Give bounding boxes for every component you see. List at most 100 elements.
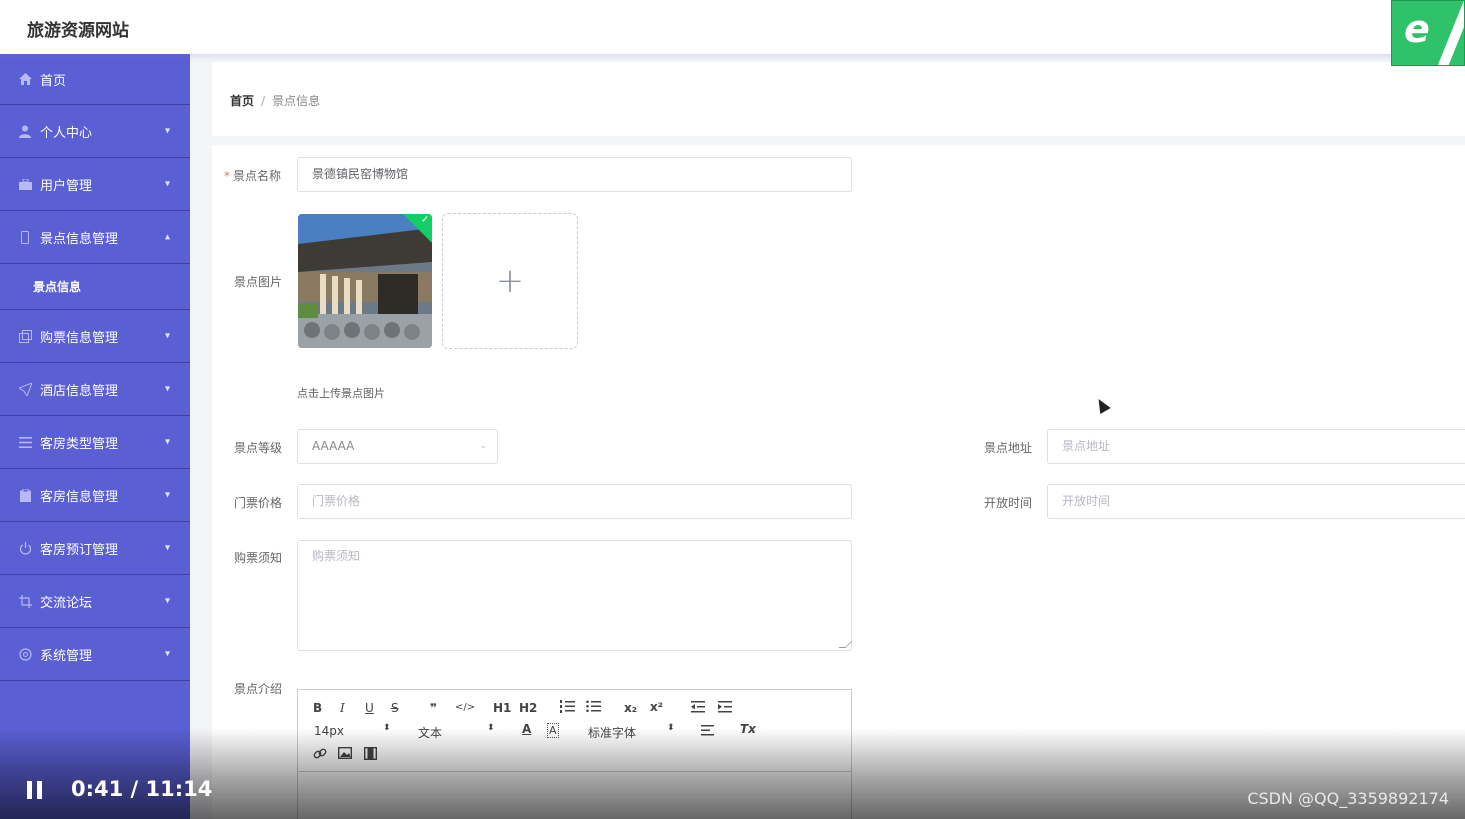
name-label-text: 景点名称 bbox=[233, 169, 282, 183]
app-title: 旅游资源网站 bbox=[27, 21, 129, 41]
check-icon: ✓ bbox=[420, 214, 430, 226]
ordered-list-button[interactable] bbox=[560, 700, 575, 716]
breadcrumb-separator: / bbox=[261, 94, 266, 108]
pause-icon[interactable] bbox=[27, 781, 43, 799]
sidebar-item-label: 个人中心 bbox=[40, 125, 93, 141]
superscript-button[interactable]: x² bbox=[650, 700, 663, 714]
breadcrumb-home[interactable]: 首页 bbox=[230, 94, 254, 108]
phone-icon bbox=[18, 230, 32, 244]
sidebar-item-bookings[interactable]: 客房预订管理 ▾ bbox=[0, 522, 190, 575]
price-label: 门票价格 bbox=[234, 496, 283, 510]
grade-select-value: AAAAA bbox=[312, 439, 355, 453]
sidebar-item-label: 交流论坛 bbox=[40, 595, 93, 611]
chevron-down-icon: ▾ bbox=[164, 489, 170, 501]
logo-stripe bbox=[1433, 1, 1464, 65]
sidebar-item-hotels[interactable]: 酒店信息管理 ▾ bbox=[0, 363, 190, 416]
user-icon bbox=[18, 124, 32, 138]
sidebar-subitem-scenic-info[interactable]: 景点信息 bbox=[0, 264, 190, 310]
blockquote-button[interactable]: ❞ bbox=[430, 701, 437, 715]
sidebar-item-label: 酒店信息管理 bbox=[40, 383, 119, 399]
chevron-down-icon: ▾ bbox=[164, 178, 170, 190]
chevron-up-icon: ▴ bbox=[164, 231, 170, 243]
chevron-down-icon: ▾ bbox=[164, 595, 170, 607]
sidebar-item-profile[interactable]: 个人中心 ▾ bbox=[0, 105, 190, 158]
grade-label: 景点等级 bbox=[234, 441, 283, 455]
sidebar-item-scenic-mgmt[interactable]: 景点信息管理 ▴ bbox=[0, 211, 190, 264]
scenic-image-thumbnail[interactable]: ✓ bbox=[298, 214, 432, 348]
price-input[interactable]: 门票价格 bbox=[297, 484, 852, 519]
sidebar: 首页 个人中心 ▾ 用户管理 ▾ 景点信息管理 ▴ 景点信息 购票信息管理 ▾ … bbox=[0, 54, 190, 819]
image-upload-button[interactable]: + bbox=[442, 213, 578, 349]
power-icon bbox=[18, 541, 32, 555]
top-header: 旅游资源网站 e bbox=[0, 0, 1465, 66]
bullet-list-button[interactable] bbox=[586, 700, 601, 716]
upload-hint: 点击上传景点图片 bbox=[297, 387, 385, 400]
breadcrumb: 首页 / 景点信息 bbox=[230, 92, 320, 109]
heading2-button[interactable]: H2 bbox=[519, 701, 537, 715]
chevron-down-icon: ▾ bbox=[164, 383, 170, 395]
sidebar-item-label: 用户管理 bbox=[40, 178, 93, 194]
list-icon bbox=[18, 435, 32, 449]
chevron-down-icon: ▾ bbox=[164, 436, 170, 448]
plus-icon: + bbox=[495, 261, 525, 301]
strike-button[interactable]: S bbox=[391, 701, 399, 715]
notice-placeholder: 购票须知 bbox=[312, 549, 361, 563]
outdent-icon bbox=[691, 701, 705, 713]
chevron-down-icon: ⌄ bbox=[479, 441, 487, 451]
resize-handle[interactable] bbox=[838, 641, 853, 648]
address-label: 景点地址 bbox=[984, 441, 1033, 455]
settings-icon bbox=[18, 647, 32, 661]
scenic-form: * 景点名称 景德镇民窑博物馆 景点图片 ✓ + 点击上传景点图片 景点等级 AA… bbox=[212, 145, 1465, 819]
open-time-input[interactable]: 开放时间 bbox=[1047, 484, 1465, 519]
italic-button[interactable]: I bbox=[340, 701, 345, 715]
breadcrumb-current: 景点信息 bbox=[272, 94, 321, 108]
send-icon bbox=[18, 382, 32, 396]
home-icon bbox=[18, 72, 32, 86]
chevron-down-icon: ▾ bbox=[164, 125, 170, 137]
logo-letter: e bbox=[1404, 7, 1430, 51]
bold-button[interactable]: B bbox=[313, 701, 322, 715]
sidebar-item-label: 景点信息管理 bbox=[40, 231, 119, 247]
sidebar-item-label: 客房信息管理 bbox=[40, 489, 119, 505]
required-mark: * bbox=[224, 169, 230, 183]
sidebar-item-system[interactable]: 系统管理 ▾ bbox=[0, 628, 190, 681]
chevron-down-icon: ▾ bbox=[164, 330, 170, 342]
image-label: 景点图片 bbox=[234, 275, 283, 289]
notice-textarea[interactable]: 购票须知 bbox=[297, 540, 853, 651]
breadcrumb-bar: 首页 / 景点信息 bbox=[212, 62, 1465, 136]
name-label: * 景点名称 bbox=[224, 167, 281, 184]
chevron-down-icon: ▾ bbox=[164, 648, 170, 660]
sidebar-item-label: 首页 bbox=[40, 73, 67, 89]
bullet-list-icon bbox=[586, 700, 601, 713]
briefcase-icon bbox=[18, 177, 32, 191]
sidebar-item-label: 购票信息管理 bbox=[40, 330, 119, 346]
scenic-photo bbox=[298, 214, 432, 348]
chevron-down-icon: ▾ bbox=[164, 542, 170, 554]
crop-icon bbox=[18, 594, 32, 608]
sidebar-item-room-types[interactable]: 客房类型管理 ▾ bbox=[0, 416, 190, 469]
address-input[interactable]: 景点地址 bbox=[1047, 429, 1465, 464]
ordered-list-icon bbox=[560, 700, 575, 713]
outdent-button[interactable] bbox=[691, 701, 705, 716]
sidebar-item-rooms[interactable]: 客房信息管理 ▾ bbox=[0, 469, 190, 522]
indent-button[interactable] bbox=[718, 701, 732, 716]
subscript-button[interactable]: x₂ bbox=[624, 701, 637, 715]
sidebar-item-forum[interactable]: 交流论坛 ▾ bbox=[0, 575, 190, 628]
indent-icon bbox=[718, 701, 732, 713]
grade-select[interactable]: AAAAA ⌄ bbox=[297, 429, 498, 464]
e-logo-icon[interactable]: e bbox=[1391, 0, 1465, 66]
code-button[interactable]: </> bbox=[455, 702, 475, 713]
sidebar-item-tickets[interactable]: 购票信息管理 ▾ bbox=[0, 310, 190, 363]
watermark: CSDN @QQ_3359892174 bbox=[1247, 789, 1449, 808]
underline-button[interactable]: U bbox=[365, 701, 374, 715]
notice-label: 购票须知 bbox=[234, 551, 283, 565]
sidebar-item-users[interactable]: 用户管理 ▾ bbox=[0, 158, 190, 211]
video-time: 0:41 / 11:14 bbox=[71, 777, 213, 801]
heading1-button[interactable]: H1 bbox=[493, 701, 511, 715]
scenic-name-input[interactable]: 景德镇民窑博物馆 bbox=[297, 157, 852, 192]
open-time-label: 开放时间 bbox=[984, 496, 1033, 510]
sidebar-item-label: 客房预订管理 bbox=[40, 542, 119, 558]
sidebar-item-home[interactable]: 首页 bbox=[0, 54, 190, 105]
copy-icon bbox=[18, 329, 32, 343]
video-controls: 0:41 / 11:14 CSDN @QQ_3359892174 bbox=[0, 728, 1465, 819]
